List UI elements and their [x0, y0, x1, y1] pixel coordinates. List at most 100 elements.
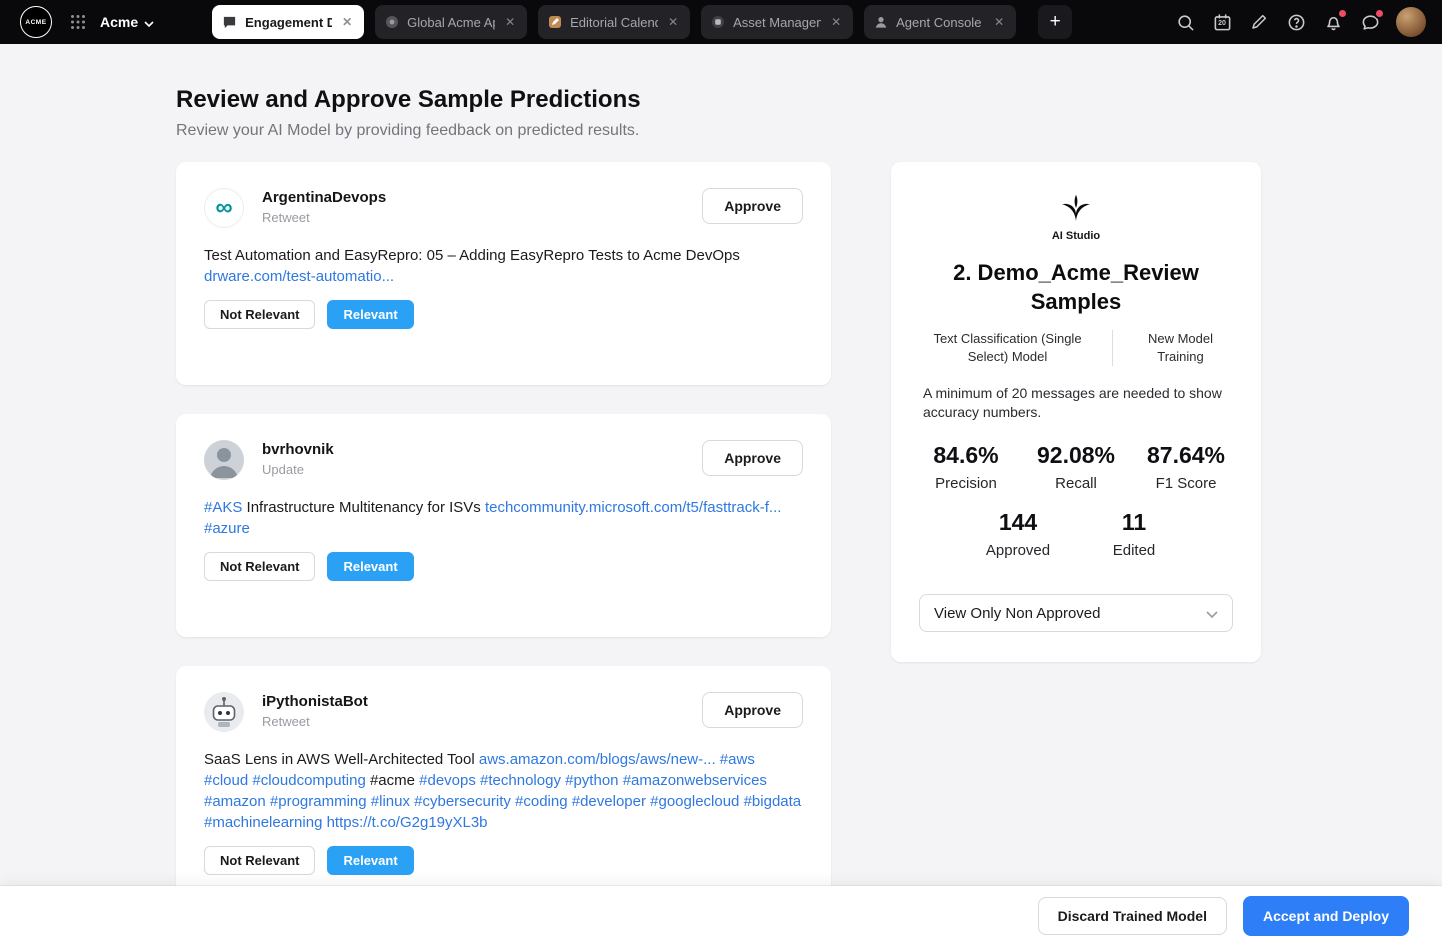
post-link[interactable]: #cloud	[204, 772, 248, 789]
workspace-switcher[interactable]: Acme	[100, 14, 154, 30]
tab-agent-console[interactable]: Agent Console ✕	[864, 5, 1017, 39]
post-link[interactable]: techcommunity.microsoft.com/t5/fasttrack…	[485, 499, 781, 516]
post-link[interactable]: #aws	[720, 751, 755, 768]
tab-global-acme[interactable]: Global Acme Ap ✕	[375, 5, 528, 39]
chevron-down-icon	[144, 14, 154, 30]
relevant-button[interactable]: Relevant	[327, 846, 414, 875]
post-meta: bvrhovnik Update	[262, 440, 334, 477]
post-author: iPythonistaBot	[262, 693, 368, 710]
tab-close-icon[interactable]: ✕	[829, 14, 843, 30]
post-body: Test Automation and EasyRepro: 05 – Addi…	[204, 245, 803, 287]
count-approved: 144 Approved	[983, 509, 1053, 559]
relevance-actions: Not Relevant Relevant	[204, 552, 803, 581]
post-link[interactable]: #googlecloud	[650, 793, 739, 810]
post-link[interactable]: #programming	[270, 793, 367, 810]
action-footer: Discard Trained Model Accept and Deploy	[0, 886, 1442, 946]
metrics-row: 84.6% Precision 92.08% Recall 87.64% F1 …	[891, 442, 1261, 492]
notification-badge	[1337, 8, 1348, 19]
acme-logo[interactable]: ACME	[20, 6, 52, 38]
notifications-bell-icon[interactable]	[1322, 8, 1348, 33]
metric-precision: 84.6% Precision	[911, 442, 1021, 492]
post-link[interactable]: #coding	[515, 793, 568, 810]
user-avatar[interactable]	[1396, 7, 1426, 37]
tab-label: Global Acme Ap	[407, 14, 496, 30]
chat-icon[interactable]	[1359, 8, 1385, 33]
post-link[interactable]: #cloudcomputing	[252, 772, 365, 789]
not-relevant-button[interactable]: Not Relevant	[204, 846, 316, 875]
tab-label: Editorial Calend	[570, 14, 659, 30]
new-tab-button[interactable]: +	[1038, 5, 1073, 39]
metric-label: Precision	[935, 475, 997, 492]
post-link[interactable]: #bigdata	[744, 793, 802, 810]
tab-close-icon[interactable]: ✕	[503, 14, 517, 30]
approve-button[interactable]: Approve	[702, 692, 803, 728]
tab-favicon-person-icon	[874, 15, 888, 29]
post-text: Test Automation and EasyRepro: 05 – Addi…	[204, 247, 740, 264]
tab-asset-management[interactable]: Asset Managem ✕	[701, 5, 854, 39]
author-avatar-arduino-icon: ∞	[204, 188, 244, 228]
tab-label: Engagement D	[245, 14, 333, 30]
post-link[interactable]: #developer	[572, 793, 646, 810]
post-text: #acme	[365, 772, 420, 789]
page-subtitle: Review your AI Model by providing feedba…	[176, 122, 640, 139]
tab-bar: Engagement D ✕ Global Acme Ap ✕ Editoria…	[212, 5, 1073, 39]
post-link[interactable]: #amazon	[204, 793, 266, 810]
discard-trained-model-button[interactable]: Discard Trained Model	[1037, 897, 1227, 935]
post-link[interactable]: #azure	[204, 520, 250, 537]
model-type: Text Classification (Single Select) Mode…	[933, 331, 1082, 364]
search-icon[interactable]	[1174, 11, 1196, 33]
divider	[1111, 330, 1113, 366]
post-link[interactable]: #devops	[419, 772, 476, 789]
page-title: Review and Approve Sample Predictions	[176, 86, 641, 113]
prediction-card: iPythonistaBot Retweet Approve SaaS Lens…	[176, 666, 831, 901]
predictions-list: ∞ ArgentinaDevops Retweet Approve Test A…	[176, 162, 831, 901]
app-grid-icon[interactable]	[70, 14, 86, 30]
calendar-day: 20	[1218, 20, 1226, 27]
counts-row: 144 Approved 11 Edited	[891, 509, 1261, 559]
tab-label: Agent Console	[896, 14, 982, 30]
calendar-icon[interactable]: 20	[1211, 11, 1233, 33]
post-meta: iPythonistaBot Retweet	[262, 692, 368, 729]
tab-close-icon[interactable]: ✕	[666, 14, 680, 30]
approve-button[interactable]: Approve	[702, 188, 803, 224]
filter-dropdown[interactable]: View Only Non Approved	[919, 594, 1233, 632]
prediction-card: bvrhovnik Update Approve #AKS Infrastruc…	[176, 414, 831, 637]
workspace-name: Acme	[100, 14, 139, 30]
post-kind: Retweet	[262, 210, 310, 225]
post-link[interactable]: aws.amazon.com/blogs/aws/new-...	[479, 751, 716, 768]
approve-button[interactable]: Approve	[702, 440, 803, 476]
post-link[interactable]: #technology	[480, 772, 561, 789]
tab-close-icon[interactable]: ✕	[340, 14, 354, 30]
post-text: SaaS Lens in AWS Well-Architected Tool	[204, 751, 479, 768]
compose-icon[interactable]	[1248, 11, 1270, 33]
relevance-actions: Not Relevant Relevant	[204, 300, 803, 329]
post-body: SaaS Lens in AWS Well-Architected Tool a…	[204, 749, 803, 833]
post-link[interactable]: #amazonwebservices	[623, 772, 767, 789]
post-link[interactable]: #AKS	[204, 499, 242, 516]
tab-engagement[interactable]: Engagement D ✕	[212, 5, 365, 39]
prediction-card: ∞ ArgentinaDevops Retweet Approve Test A…	[176, 162, 831, 385]
not-relevant-button[interactable]: Not Relevant	[204, 300, 316, 329]
help-icon[interactable]	[1285, 11, 1307, 33]
post-body: #AKS Infrastructure Multitenancy for ISV…	[204, 497, 803, 539]
model-info-row: Text Classification (Single Select) Mode…	[891, 330, 1261, 366]
post-link[interactable]: https://t.co/G2g19yXL3b	[327, 814, 488, 831]
post-kind: Update	[262, 462, 304, 477]
tab-editorial-calendar[interactable]: Editorial Calend ✕	[538, 5, 691, 39]
count-label: Approved	[985, 542, 1051, 559]
ai-studio-label: AI Studio	[1051, 230, 1101, 242]
not-relevant-button[interactable]: Not Relevant	[204, 552, 316, 581]
accept-and-deploy-button[interactable]: Accept and Deploy	[1242, 896, 1409, 936]
post-link[interactable]: drware.com/test-automatio...	[204, 268, 394, 285]
relevant-button[interactable]: Relevant	[327, 300, 414, 329]
tab-close-icon[interactable]: ✕	[992, 14, 1006, 30]
training-mode: New Model Training	[1147, 331, 1214, 364]
post-link[interactable]: #machinelearning	[204, 814, 322, 831]
metric-value: 87.64%	[1146, 442, 1225, 468]
relevant-button[interactable]: Relevant	[327, 552, 414, 581]
metric-recall: 92.08% Recall	[1021, 442, 1131, 492]
post-link[interactable]: #linux	[371, 793, 410, 810]
post-link[interactable]: #python	[565, 772, 618, 789]
post-link[interactable]: #cybersecurity	[414, 793, 511, 810]
author-avatar-robot-icon	[204, 692, 244, 732]
